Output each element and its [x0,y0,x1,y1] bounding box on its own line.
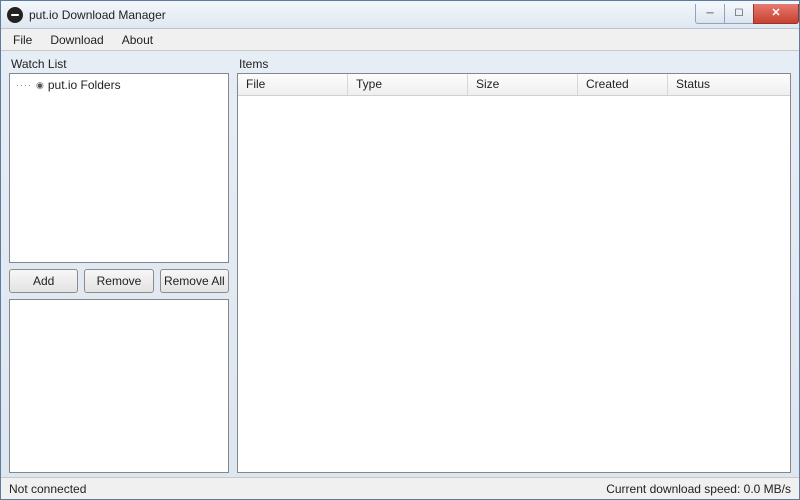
detail-panel [9,299,229,473]
column-header-created[interactable]: Created [578,74,668,95]
menubar: File Download About [1,29,799,51]
tree-item-label: put.io Folders [48,78,121,92]
close-button[interactable]: ✕ [753,4,799,24]
items-list[interactable]: File Type Size Created Status [237,73,791,473]
menu-about[interactable]: About [114,31,161,49]
status-connection: Not connected [9,482,86,496]
close-icon: ✕ [771,8,780,19]
maximize-button[interactable]: ☐ [724,4,754,24]
watchlist-tree[interactable]: ···· ◉ put.io Folders [9,73,229,263]
remove-all-button[interactable]: Remove All [160,269,229,293]
window-controls: ─ ☐ ✕ [696,4,799,24]
watchlist-group: Watch List ···· ◉ put.io Folders [9,57,229,263]
maximize-icon: ☐ [735,9,744,19]
column-header-status[interactable]: Status [668,74,790,95]
column-header-file[interactable]: File [238,74,348,95]
window-title: put.io Download Manager [29,8,166,22]
tree-item-root[interactable]: ···· ◉ put.io Folders [10,74,228,96]
minimize-button[interactable]: ─ [695,4,725,24]
menu-download[interactable]: Download [42,31,111,49]
status-speed: Current download speed: 0.0 MB/s [606,482,791,496]
menu-file[interactable]: File [5,31,40,49]
watchlist-buttons: Add Remove Remove All [9,269,229,293]
client-area: Watch List ···· ◉ put.io Folders Add Rem… [1,51,799,477]
watchlist-label: Watch List [9,57,229,73]
titlebar[interactable]: put.io Download Manager ─ ☐ ✕ [1,1,799,29]
minimize-icon: ─ [706,9,713,19]
items-column-headers: File Type Size Created Status [238,74,790,96]
left-column: Watch List ···· ◉ put.io Folders Add Rem… [9,57,229,473]
add-button[interactable]: Add [9,269,78,293]
column-header-size[interactable]: Size [468,74,578,95]
folder-icon: ◉ [36,80,44,91]
items-body[interactable] [238,96,790,472]
remove-button[interactable]: Remove [84,269,153,293]
tree-connector-icon: ···· [16,80,32,90]
column-header-type[interactable]: Type [348,74,468,95]
app-icon [7,7,23,23]
right-column: Items File Type Size Created Status [237,57,791,473]
statusbar: Not connected Current download speed: 0.… [1,477,799,499]
items-group: Items File Type Size Created Status [237,57,791,473]
items-label: Items [237,57,791,73]
app-window: put.io Download Manager ─ ☐ ✕ File Downl… [0,0,800,500]
